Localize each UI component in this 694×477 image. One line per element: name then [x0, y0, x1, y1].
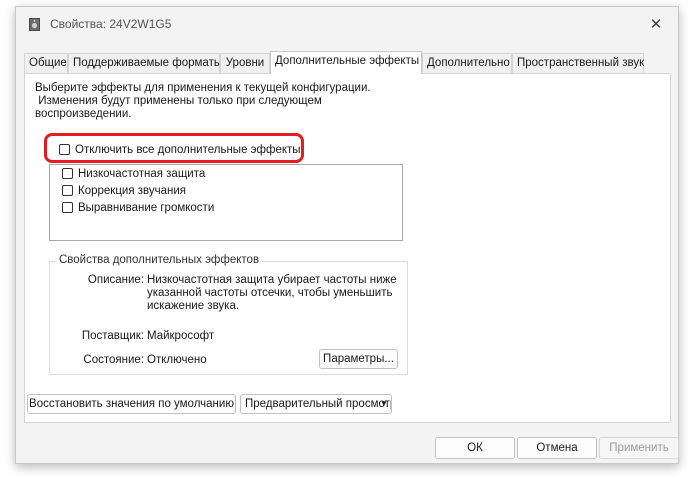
effects-list: Низкочастотная защита Коррекция звучания…: [49, 164, 403, 241]
effect-label: Низкочастотная защита: [78, 168, 206, 180]
effect-checkbox[interactable]: [62, 202, 73, 214]
description-line: Изменения будут применены только при сле…: [35, 95, 322, 107]
ok-button[interactable]: ОК: [435, 437, 515, 459]
apply-button: Применить: [599, 437, 679, 459]
effect-checkbox[interactable]: [62, 168, 73, 180]
close-icon: ✕: [649, 16, 663, 33]
title-bar: Свойства: 24V2W1G5 ✕: [16, 7, 678, 41]
status-label: Состояние:: [83, 354, 144, 366]
effect-label: Выравнивание громкости: [78, 202, 215, 214]
tab-levels[interactable]: Уровни: [220, 53, 270, 73]
description-label: Описание:: [87, 274, 144, 286]
tab-enhancements[interactable]: Дополнительные эффекты: [270, 51, 422, 74]
close-button[interactable]: ✕: [634, 7, 678, 41]
description-value-line: указанной частоты отсечки, чтобы уменьши…: [147, 287, 393, 299]
provider-label: Поставщик:: [81, 330, 144, 342]
tab-formats[interactable]: Поддерживаемые форматы: [68, 53, 222, 73]
description-value-line: искажение звука.: [147, 300, 240, 312]
effect-checkbox[interactable]: [62, 185, 73, 197]
effect-item-bass-management[interactable]: Низкочастотная защита: [62, 168, 205, 180]
preview-split-button[interactable]: Предварительный просмотр ▼: [240, 394, 392, 414]
preview-button-label: Предварительный просмотр: [245, 398, 392, 410]
provider-value: Майкрософт: [147, 330, 215, 342]
description-value-line: Низкочастотная защита убирает частоты ни…: [147, 274, 397, 286]
effect-properties-group: Свойства дополнительных эффектов Описани…: [49, 254, 408, 375]
window-title: Свойства: 24V2W1G5: [50, 17, 172, 31]
properties-dialog: Свойства: 24V2W1G5 ✕ Общие Поддерживаемы…: [15, 6, 679, 464]
highlight-frame: [44, 133, 304, 163]
chevron-down-icon[interactable]: ▼: [379, 395, 389, 413]
speaker-icon: [29, 18, 40, 31]
description-value: Низкочастотная защита убирает частоты ни…: [147, 274, 397, 313]
description-text: Выберите эффекты для применения к текуще…: [35, 82, 371, 121]
tab-spatial-sound[interactable]: Пространственный звук: [512, 53, 644, 73]
effect-item-loudness-equalization[interactable]: Выравнивание громкости: [62, 202, 214, 214]
cancel-button[interactable]: Отмена: [517, 437, 597, 459]
tab-general[interactable]: Общие: [24, 53, 68, 73]
parameters-button[interactable]: Параметры...: [319, 349, 398, 369]
effect-item-room-correction[interactable]: Коррекция звучания: [62, 185, 186, 197]
tab-advanced[interactable]: Дополнительно: [422, 53, 512, 73]
description-line: воспроизведении.: [35, 108, 132, 120]
restore-defaults-button[interactable]: Восстановить значения по умолчанию: [27, 394, 236, 414]
effect-label: Коррекция звучания: [78, 185, 187, 197]
status-value: Отключено: [147, 354, 207, 366]
group-title: Свойства дополнительных эффектов: [56, 254, 263, 266]
description-line: Выберите эффекты для применения к текуще…: [35, 82, 371, 94]
